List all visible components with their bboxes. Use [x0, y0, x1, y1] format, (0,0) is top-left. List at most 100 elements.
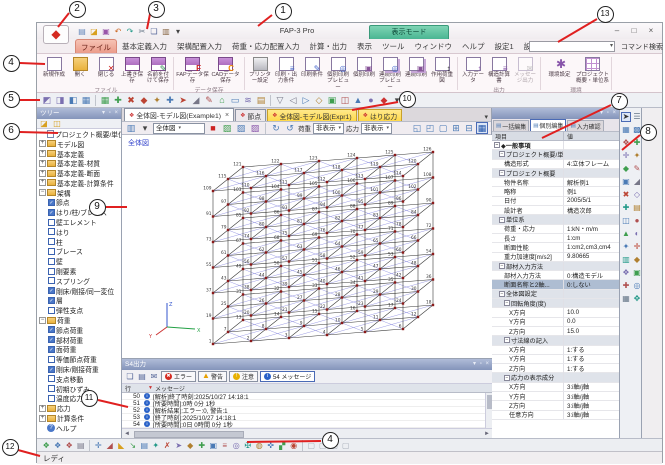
toolbar-icon-27[interactable]: ●: [365, 94, 377, 106]
snap-toolbar-icon-4[interactable]: ▤: [76, 440, 87, 451]
toolbar-icon-28[interactable]: ◆: [378, 94, 390, 106]
edit-tool-icon-14[interactable]: ◇: [632, 190, 642, 200]
load-display-dropdown[interactable]: 非表示▾: [313, 123, 344, 134]
property-row[interactable]: Z方向1:する: [492, 364, 619, 373]
tree-item[interactable]: +基本定義-計算条件: [37, 178, 121, 188]
tree-item[interactable]: ✓剛床/剛接荷重: [37, 364, 121, 374]
tree-expander[interactable]: +: [39, 170, 46, 177]
property-row[interactable]: X方向3:i軸/j軸: [492, 383, 619, 392]
snap-toolbar-icon-21[interactable]: ✜: [266, 440, 277, 451]
property-row[interactable]: −寸法線の記入: [492, 336, 619, 345]
edit-tool-icon-13[interactable]: ✖: [621, 190, 631, 200]
tree-item[interactable]: 柱: [37, 237, 121, 247]
snap-toolbar-icon-19[interactable]: ✠: [243, 440, 254, 451]
edit-tool-icon-16[interactable]: ▤: [632, 203, 642, 213]
panel-buttons[interactable]: ▾ ▫ ×: [600, 108, 617, 119]
zoom-icon-1[interactable]: ◱: [411, 122, 423, 134]
snap-toolbar-icon-15[interactable]: ✚: [197, 440, 208, 451]
tree-item[interactable]: −荷重: [37, 315, 121, 325]
ribbon-button[interactable]: プロジェクト概要・単位系: [576, 55, 609, 85]
toolbar-icon-12[interactable]: ➤: [177, 94, 189, 106]
snap-toolbar-icon-6[interactable]: ✛: [93, 440, 104, 451]
property-row[interactable]: −プロジェクト概要: [492, 169, 619, 178]
property-tab-2[interactable]: ▤個別編集: [530, 119, 566, 131]
tree-item[interactable]: ブレース: [37, 247, 121, 257]
edit-tool-icon-8[interactable]: ✦: [632, 151, 642, 161]
snap-toolbar-icon-12[interactable]: ✗: [162, 440, 173, 451]
undo-icon[interactable]: ↶: [113, 26, 123, 37]
toolbar-icon-13[interactable]: ◢: [190, 94, 202, 106]
tree-item[interactable]: −架構: [37, 188, 121, 198]
toolbar-icon-21[interactable]: ◁: [287, 94, 299, 106]
tab-overflow-icon[interactable]: ▾: [484, 113, 488, 121]
collapse-icon[interactable]: −: [504, 375, 510, 381]
toolbar-icon-15[interactable]: ⌂: [216, 94, 228, 106]
snap-toolbar-icon-3[interactable]: ❖: [64, 440, 75, 451]
edit-tool-icon-12[interactable]: ◢: [632, 177, 642, 187]
snap-toolbar-icon-14[interactable]: ◆: [185, 440, 196, 451]
tree-item[interactable]: +基本定義-断面: [37, 168, 121, 178]
tree-item[interactable]: 支点移動: [37, 374, 121, 384]
display-icon-4[interactable]: ▨: [249, 122, 261, 134]
ribbon-button[interactable]: 連続印刷: [403, 55, 429, 78]
property-row[interactable]: Y方向0.0: [492, 318, 619, 327]
visibility-checkbox[interactable]: [48, 258, 55, 265]
panel-buttons[interactable]: ▾ ▫ ×: [473, 359, 490, 370]
property-row[interactable]: X方向1:する: [492, 346, 619, 355]
edit-tool-icon-3[interactable]: ▦: [621, 125, 631, 135]
display-mode-tab[interactable]: 表示モード: [369, 25, 449, 39]
snap-toolbar-icon-7[interactable]: ◢: [105, 440, 116, 451]
property-row[interactable]: Y方向3:i軸/j軸: [492, 392, 619, 401]
minimize-button[interactable]: –: [610, 26, 624, 37]
scrollbar-track[interactable]: [132, 431, 482, 438]
document-tab[interactable]: ❖全体図-モデル図(Example1)×: [124, 108, 234, 121]
cut-icon[interactable]: ✂: [137, 26, 147, 37]
snap-toolbar-icon-17[interactable]: ≡: [220, 440, 231, 451]
edit-tool-icon-23[interactable]: ▥: [621, 255, 631, 265]
tree-item[interactable]: 弾性支点: [37, 305, 121, 315]
zoom-icon-2[interactable]: ◰: [424, 122, 436, 134]
ribbon-tab-7[interactable]: ツール: [377, 39, 410, 53]
toolbar-icon-3[interactable]: ◧: [67, 94, 79, 106]
visibility-checkbox[interactable]: ✓: [48, 287, 55, 294]
command-search-input[interactable]: ▾: [529, 41, 615, 52]
message-vertical-scrollbar[interactable]: [485, 393, 492, 428]
view-icon-1[interactable]: ▥: [125, 122, 137, 134]
ribbon-button[interactable]: CADデータ保存: [209, 55, 242, 85]
ribbon-button[interactable]: 個別印刷プレビュー: [325, 55, 351, 91]
tree-folder-icon-1[interactable]: ◪: [39, 118, 49, 129]
snap-toolbar-icon-28[interactable]: ▢: [341, 440, 352, 451]
property-row[interactable]: Y方向1:する: [492, 355, 619, 364]
property-row[interactable]: 略称例1: [492, 187, 619, 196]
edit-tool-icon-21[interactable]: ✦: [621, 242, 631, 252]
filter-warn-button[interactable]: ▲警告: [198, 371, 227, 382]
snap-toolbar-icon-25[interactable]: ▢: [306, 440, 317, 451]
edit-tool-icon-2[interactable]: ☰: [632, 112, 642, 122]
property-row[interactable]: −応力の表示成分: [492, 373, 619, 382]
tree-item[interactable]: ✓節点荷重: [37, 325, 121, 335]
tree-item[interactable]: スプリング: [37, 276, 121, 286]
tree-expander[interactable]: +: [39, 405, 46, 412]
edit-tool-icon-25[interactable]: ❖: [621, 268, 631, 278]
property-row[interactable]: 断面性能1:cm2,cm3,cm4: [492, 243, 619, 252]
copy-icon[interactable]: ❏: [149, 26, 159, 37]
visibility-checkbox[interactable]: [48, 307, 55, 314]
toolbar-icon-24[interactable]: ▣: [326, 94, 338, 106]
ribbon-button[interactable]: 個別印刷: [351, 55, 377, 78]
zoom-icon-4[interactable]: ⊞: [450, 122, 462, 134]
message-tool-icon-3[interactable]: ✉: [149, 371, 159, 382]
display-icon-6[interactable]: ↻: [270, 122, 282, 134]
structure-wireframe[interactable]: 1234567891011121314151617181920212223242…: [122, 135, 492, 358]
visibility-checkbox[interactable]: [48, 248, 55, 255]
display-icon-3[interactable]: ▨: [235, 122, 247, 134]
ribbon-button[interactable]: 作用荷重図: [429, 55, 455, 85]
tree-item[interactable]: 剛要素: [37, 266, 121, 276]
maximize-button[interactable]: □: [627, 26, 641, 37]
display-icon-1[interactable]: ■: [207, 122, 219, 134]
zoom-icon-6[interactable]: ▦: [476, 122, 488, 134]
tree-item[interactable]: +応力: [37, 403, 121, 413]
toolbar-icon-22[interactable]: ▷: [300, 94, 312, 106]
toolbar-icon-26[interactable]: ▲: [352, 94, 364, 106]
property-tab-1[interactable]: ▤一括編集: [493, 120, 529, 131]
ribbon-tab-1[interactable]: ファイル: [75, 39, 117, 53]
